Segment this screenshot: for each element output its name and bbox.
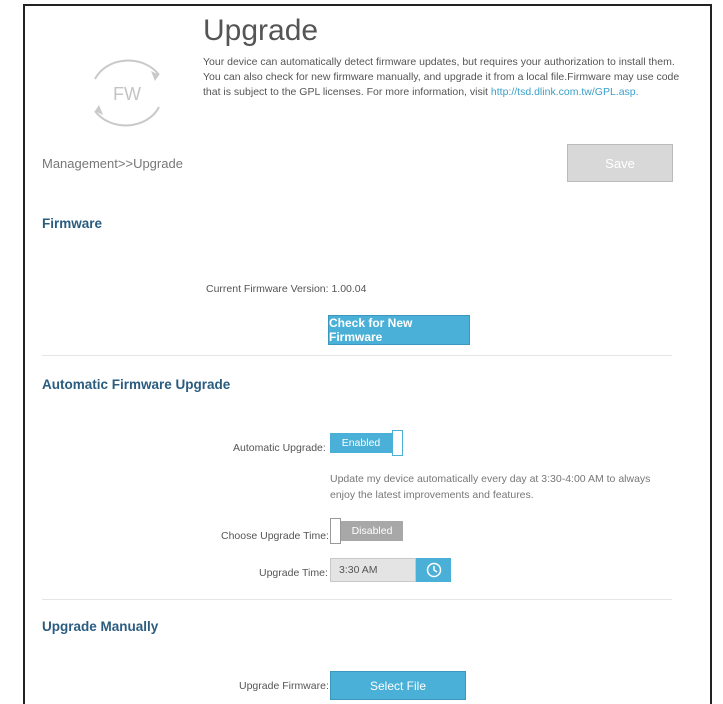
clock-icon[interactable] [416, 558, 451, 582]
toggle-state: Disabled [341, 521, 403, 541]
toggle-knob[interactable] [392, 430, 403, 456]
choose-upgrade-time-label: Choose Upgrade Time: [221, 530, 329, 542]
page-title: Upgrade [203, 14, 319, 47]
section-divider [42, 599, 672, 600]
breadcrumb: Management>>Upgrade [42, 156, 183, 171]
save-button[interactable]: Save [567, 144, 673, 182]
section-divider [42, 355, 672, 356]
current-firmware-version: Current Firmware Version: 1.00.04 [206, 283, 367, 295]
toggle-knob[interactable] [330, 518, 341, 544]
automatic-upgrade-label: Automatic Upgrade: [233, 442, 326, 454]
manual-upgrade-section-title: Upgrade Manually [42, 619, 159, 634]
select-file-button[interactable]: Select File [330, 671, 466, 700]
upgrade-time-input[interactable]: 3:30 AM [330, 558, 416, 582]
upgrade-time-picker: 3:30 AM [330, 558, 451, 582]
firmware-section-title: Firmware [42, 216, 103, 231]
upgrade-time-label: Upgrade Time: [259, 567, 328, 579]
choose-upgrade-time-toggle[interactable]: Disabled [330, 518, 403, 544]
page-frame: FW Upgrade Your device can automatically… [23, 4, 712, 704]
firmware-refresh-icon: FW [77, 49, 177, 135]
logo-text: FW [113, 84, 141, 104]
page-description: Your device can automatically detect fir… [203, 55, 693, 100]
auto-upgrade-section-title: Automatic Firmware Upgrade [42, 377, 231, 392]
check-firmware-button[interactable]: Check for New Firmware [328, 315, 470, 345]
automatic-upgrade-toggle[interactable]: Enabled [330, 430, 403, 456]
auto-upgrade-note: Update my device automatically every day… [330, 473, 651, 501]
upgrade-firmware-label: Upgrade Firmware: [239, 680, 329, 692]
gpl-link[interactable]: http://tsd.dlink.com.tw/GPL.asp. [491, 86, 639, 98]
toggle-state: Enabled [330, 433, 392, 453]
